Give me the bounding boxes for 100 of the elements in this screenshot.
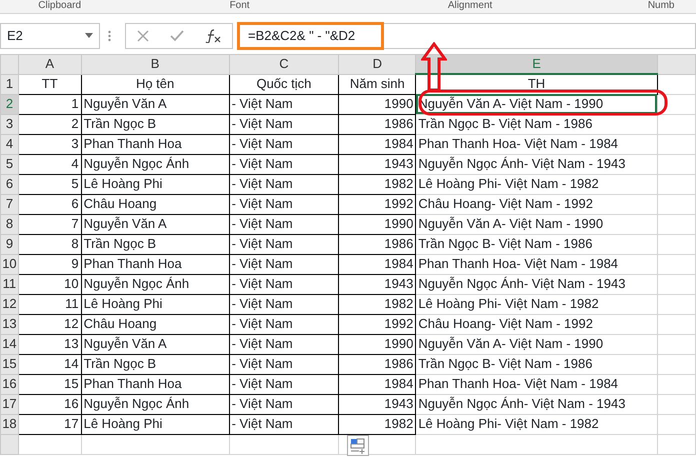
row-header[interactable]: 6 [0, 174, 18, 194]
row-header[interactable]: 13 [0, 314, 18, 334]
table-cell: 1984 [338, 134, 416, 154]
table-cell: Trần Ngọc B- Việt Nam - 1986 [416, 354, 658, 374]
table-cell: Trần Ngọc B [81, 234, 230, 254]
table-cell: - Việt Nam [229, 174, 339, 194]
row-header[interactable]: 17 [0, 394, 18, 414]
name-box[interactable]: E2 [0, 22, 100, 48]
table-cell: 1992 [338, 194, 416, 214]
table-cell: Lê Hoàng Phi- Việt Nam - 1982 [416, 414, 658, 434]
table-cell: Phan Thanh Hoa [81, 374, 230, 394]
checkmark-icon[interactable] [170, 30, 184, 42]
row-header[interactable]: 4 [0, 134, 18, 154]
table-cell: 10 [18, 274, 82, 294]
table-cell: - Việt Nam [229, 254, 339, 274]
table-cell: - Việt Nam [229, 114, 339, 134]
table-cell: - Việt Nam [229, 294, 339, 314]
table-cell: - Việt Nam [229, 354, 339, 374]
table-cell: - Việt Nam [229, 394, 339, 414]
table-cell: 1943 [338, 154, 416, 174]
table-cell: Phan Thanh Hoa- Việt Nam - 1984 [416, 134, 658, 154]
row-header[interactable]: 10 [0, 254, 18, 274]
table-cell: 12 [18, 314, 82, 334]
table-header-cell: Họ tên [81, 74, 230, 94]
table-cell: Phan Thanh Hoa [81, 134, 230, 154]
table-cell: 1990 [338, 214, 416, 234]
table-cell: Nguyễn Ngọc Ánh- Việt Nam - 1943 [416, 394, 658, 414]
table-cell: Nguyễn Ngọc Ánh [81, 274, 230, 294]
table-cell: - Việt Nam [229, 154, 339, 174]
paste-options-icon[interactable] [347, 435, 369, 456]
table-cell: 1982 [338, 294, 416, 314]
formula-bar-field[interactable] [384, 22, 696, 48]
table-cell: 1943 [338, 394, 416, 414]
table-cell: 3 [18, 134, 82, 154]
row-header[interactable]: 3 [0, 114, 18, 134]
table-cell: Nguyễn Ngọc Ánh- Việt Nam - 1943 [416, 274, 658, 294]
table-cell: 1982 [338, 414, 416, 434]
row-header[interactable]: 9 [0, 234, 18, 254]
column-header[interactable]: D [338, 54, 416, 74]
table-cell: 1986 [338, 354, 416, 374]
dropdown-caret-icon [85, 33, 93, 38]
table-cell: 1986 [338, 114, 416, 134]
ribbon-group-label: Alignment [448, 0, 492, 12]
table-cell: Lê Hoàng Phi [81, 174, 230, 194]
table-cell: 4 [18, 154, 82, 174]
table-cell: Lê Hoàng Phi- Việt Nam - 1982 [416, 294, 658, 314]
table-cell: Nguyễn Văn A- Việt Nam - 1990 [416, 334, 658, 354]
row-header[interactable]: 8 [0, 214, 18, 234]
ribbon-group-label: Clipboard [38, 0, 82, 12]
table-cell: Nguyễn Văn A [81, 334, 230, 354]
function-icon[interactable] [205, 28, 222, 42]
table-cell: - Việt Nam [229, 314, 339, 334]
table-cell: 11 [18, 294, 82, 314]
table-cell: Trần Ngọc B- Việt Nam - 1986 [416, 234, 658, 254]
row-header[interactable]: 15 [0, 354, 18, 374]
table-cell: 1982 [338, 174, 416, 194]
table-cell: Trần Ngọc B [81, 114, 230, 134]
table-cell: 16 [18, 394, 82, 414]
row-header[interactable]: 16 [0, 374, 18, 394]
table-cell: - Việt Nam [229, 274, 339, 294]
row-header[interactable]: 1 [0, 74, 18, 94]
table-cell: 2 [18, 114, 82, 134]
cell-reference: E2 [7, 26, 23, 45]
table-cell: 1990 [338, 334, 416, 354]
table-cell: Nguyễn Ngọc Ánh [81, 154, 230, 174]
column-header[interactable]: C [229, 54, 339, 74]
table-cell: 1992 [338, 314, 416, 334]
table-cell: 1984 [338, 374, 416, 394]
table-cell: Phan Thanh Hoa- Việt Nam - 1984 [416, 254, 658, 274]
column-header[interactable]: E [416, 54, 658, 74]
table-cell: 1986 [338, 234, 416, 254]
table-cell: Nguyễn Ngọc Ánh [81, 394, 230, 414]
grip-dots-icon [108, 30, 111, 42]
row-header[interactable]: 5 [0, 154, 18, 174]
cancel-icon[interactable] [136, 30, 149, 42]
table-header-cell: Năm sinh [338, 74, 416, 94]
row-header[interactable]: 14 [0, 334, 18, 354]
row-header[interactable]: 12 [0, 294, 18, 314]
table-cell: Châu Hoang- Việt Nam - 1992 [416, 314, 658, 334]
table-cell: Châu Hoang [81, 194, 230, 214]
table-cell: Châu Hoang- Việt Nam - 1992 [416, 194, 658, 214]
table-cell: 5 [18, 174, 82, 194]
table-cell: - Việt Nam [229, 334, 339, 354]
row-header[interactable]: 7 [0, 194, 18, 214]
ribbon-group-label: Font [230, 0, 250, 12]
table-cell: Phan Thanh Hoa [81, 254, 230, 274]
table-cell: 8 [18, 234, 82, 254]
table-cell: Nguyễn Văn A [81, 214, 230, 234]
ribbon-group-label: Numb [648, 0, 674, 12]
column-header[interactable]: B [81, 54, 230, 74]
column-header[interactable]: A [18, 54, 82, 74]
table-cell: - Việt Nam [229, 134, 339, 154]
row-header[interactable]: 2 [0, 94, 18, 114]
table-cell: 1990 [338, 94, 416, 114]
table-cell: 1984 [338, 254, 416, 274]
up-arrow-drawing [421, 42, 447, 92]
table-cell: Phan Thanh Hoa- Việt Nam - 1984 [416, 374, 658, 394]
row-header[interactable]: 11 [0, 274, 18, 294]
formula-field[interactable]: =B2&C2& " - "&D2 [237, 22, 384, 50]
row-header[interactable]: 18 [0, 414, 18, 434]
